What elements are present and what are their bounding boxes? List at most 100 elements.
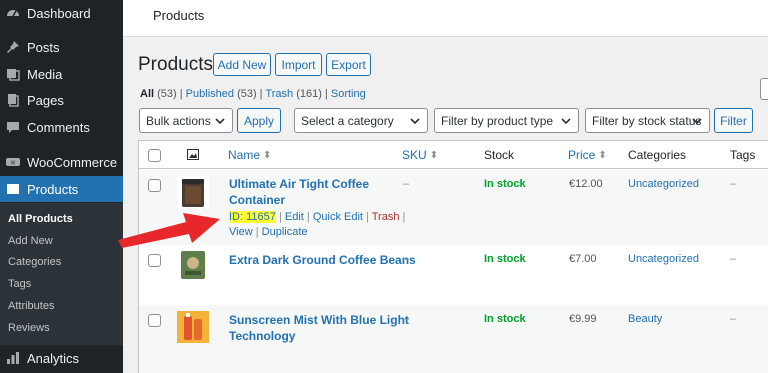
column-sku-label: SKU [402, 148, 427, 162]
chevron-down-icon [410, 118, 420, 125]
svg-text:W: W [11, 161, 16, 167]
table-row[interactable]: Sunscreen Mist With Blue Light Technolog… [139, 305, 768, 373]
view-published[interactable]: Published [186, 88, 234, 100]
menu-media-label: Media [27, 66, 63, 82]
stock-status: In stock [484, 313, 526, 325]
column-name-label: Name [228, 148, 261, 162]
edit-link[interactable]: Edit [285, 211, 304, 223]
dashboard-icon [6, 6, 20, 20]
pin-icon [6, 40, 20, 54]
admin-sidebar: Dashboard Posts Media Pages Comments W W… [0, 0, 123, 373]
stock-status-select[interactable]: Filter by stock status [585, 108, 710, 133]
row-checkbox[interactable] [148, 254, 161, 267]
product-thumbnail[interactable] [177, 176, 209, 208]
menu-pages[interactable]: Pages [0, 87, 123, 113]
product-name-line2: Technology [229, 329, 296, 343]
product-name-link[interactable]: Extra Dark Ground Coffee Beans [229, 252, 416, 268]
menu-products[interactable]: Products [0, 176, 123, 202]
page-title: Products [138, 54, 213, 75]
row-checkbox[interactable] [148, 179, 161, 192]
table-row[interactable]: Extra Dark Ground Coffee Beans – In stoc… [139, 245, 768, 305]
add-new-button[interactable]: Add New [213, 53, 271, 76]
column-price[interactable]: Price ⬍ [568, 148, 607, 162]
sku-cell: – [403, 253, 410, 265]
pages-icon [6, 93, 20, 107]
view-all-count: (53) [157, 88, 177, 100]
image-column-icon [187, 149, 199, 160]
submenu-add-new[interactable]: Add New [8, 235, 53, 247]
sort-icon: ⬍ [263, 150, 272, 161]
menu-media[interactable]: Media [0, 61, 123, 87]
column-sku[interactable]: SKU ⬍ [402, 148, 438, 162]
row-checkbox[interactable] [148, 314, 161, 327]
submenu-categories[interactable]: Categories [8, 256, 61, 268]
stock-status-value: Filter by stock status [592, 113, 702, 128]
submenu-all-products[interactable]: All Products [8, 213, 73, 225]
sort-icon: ⬍ [598, 150, 607, 161]
category-select[interactable]: Select a category [294, 108, 428, 133]
column-name[interactable]: Name ⬍ [228, 148, 271, 162]
menu-analytics[interactable]: Analytics [0, 345, 123, 371]
menu-posts[interactable]: Posts [0, 34, 123, 60]
view-all[interactable]: All [140, 88, 154, 100]
submenu-attributes[interactable]: Attributes [8, 300, 54, 312]
menu-pages-label: Pages [27, 92, 64, 108]
product-name-link[interactable]: Sunscreen Mist With Blue Light Technolog… [229, 312, 409, 344]
category-link[interactable]: Uncategorized [628, 178, 699, 190]
product-thumbnail[interactable] [177, 249, 209, 281]
product-type-select[interactable]: Filter by product type [434, 108, 579, 133]
products-table: Name ⬍ SKU ⬍ Stock Price ⬍ Categories Tags … [138, 140, 768, 373]
product-name-line1: Sunscreen Mist With Blue Light [229, 313, 409, 327]
tags-cell: – [730, 178, 737, 190]
menu-posts-label: Posts [27, 39, 60, 55]
price-cell: €7.00 [569, 253, 597, 265]
menu-woocommerce[interactable]: W WooCommerce [0, 149, 123, 175]
trash-link[interactable]: Trash [372, 211, 400, 223]
view-trash-count: (161) [296, 88, 322, 100]
view-filters: All (53) | Published (53) | Trash (161) … [140, 88, 366, 100]
analytics-icon [6, 351, 20, 365]
submenu-reviews[interactable]: Reviews [8, 322, 50, 334]
product-name-line1: Ultimate Air Tight Coffee [229, 177, 370, 191]
column-tags: Tags [730, 148, 756, 162]
menu-woocommerce-label: WooCommerce [27, 154, 118, 170]
select-all-checkbox[interactable] [148, 149, 161, 162]
price-cell: €9.99 [569, 313, 597, 325]
menu-products-label: Products [27, 181, 79, 197]
category-link[interactable]: Uncategorized [628, 253, 699, 265]
quick-edit-link[interactable]: Quick Edit [313, 211, 363, 223]
apply-button[interactable]: Apply [237, 108, 281, 133]
menu-dashboard[interactable]: Dashboard [0, 0, 123, 26]
chevron-down-icon [692, 118, 702, 125]
menu-analytics-label: Analytics [27, 350, 80, 366]
category-link[interactable]: Beauty [628, 313, 662, 325]
row-actions: ID: 11657 | Edit | Quick Edit | Trash | … [229, 211, 406, 238]
submenu-tags[interactable]: Tags [8, 278, 31, 290]
view-link[interactable]: View [229, 226, 253, 238]
import-button[interactable]: Import [275, 53, 322, 76]
page-header-bar: Products [123, 0, 768, 37]
products-submenu: All Products Add New Categories Tags Att… [0, 203, 123, 345]
view-trash[interactable]: Trash [265, 88, 293, 100]
product-thumbnail[interactable] [177, 311, 209, 343]
stock-status: In stock [484, 253, 526, 265]
export-button[interactable]: Export [326, 53, 371, 76]
view-sorting[interactable]: Sorting [331, 88, 366, 100]
bulk-actions-select[interactable]: Bulk actions [139, 108, 233, 133]
search-input[interactable] [760, 78, 768, 100]
table-row[interactable]: Ultimate Air Tight Coffee Container ID: … [139, 170, 768, 245]
duplicate-link[interactable]: Duplicate [262, 226, 308, 238]
menu-dashboard-label: Dashboard [27, 5, 91, 21]
column-price-label: Price [568, 148, 596, 162]
sku-cell: – [403, 313, 410, 325]
product-name-link[interactable]: Ultimate Air Tight Coffee Container [229, 176, 369, 208]
media-icon [6, 67, 20, 81]
product-name-line2: Container [229, 193, 286, 207]
sort-icon: ⬍ [429, 150, 439, 161]
comments-icon [6, 120, 20, 134]
menu-comments[interactable]: Comments [0, 114, 123, 140]
filter-button[interactable]: Filter [714, 108, 753, 133]
stock-status: In stock [484, 178, 526, 190]
sku-cell: – [403, 178, 410, 190]
tags-cell: – [730, 313, 737, 325]
